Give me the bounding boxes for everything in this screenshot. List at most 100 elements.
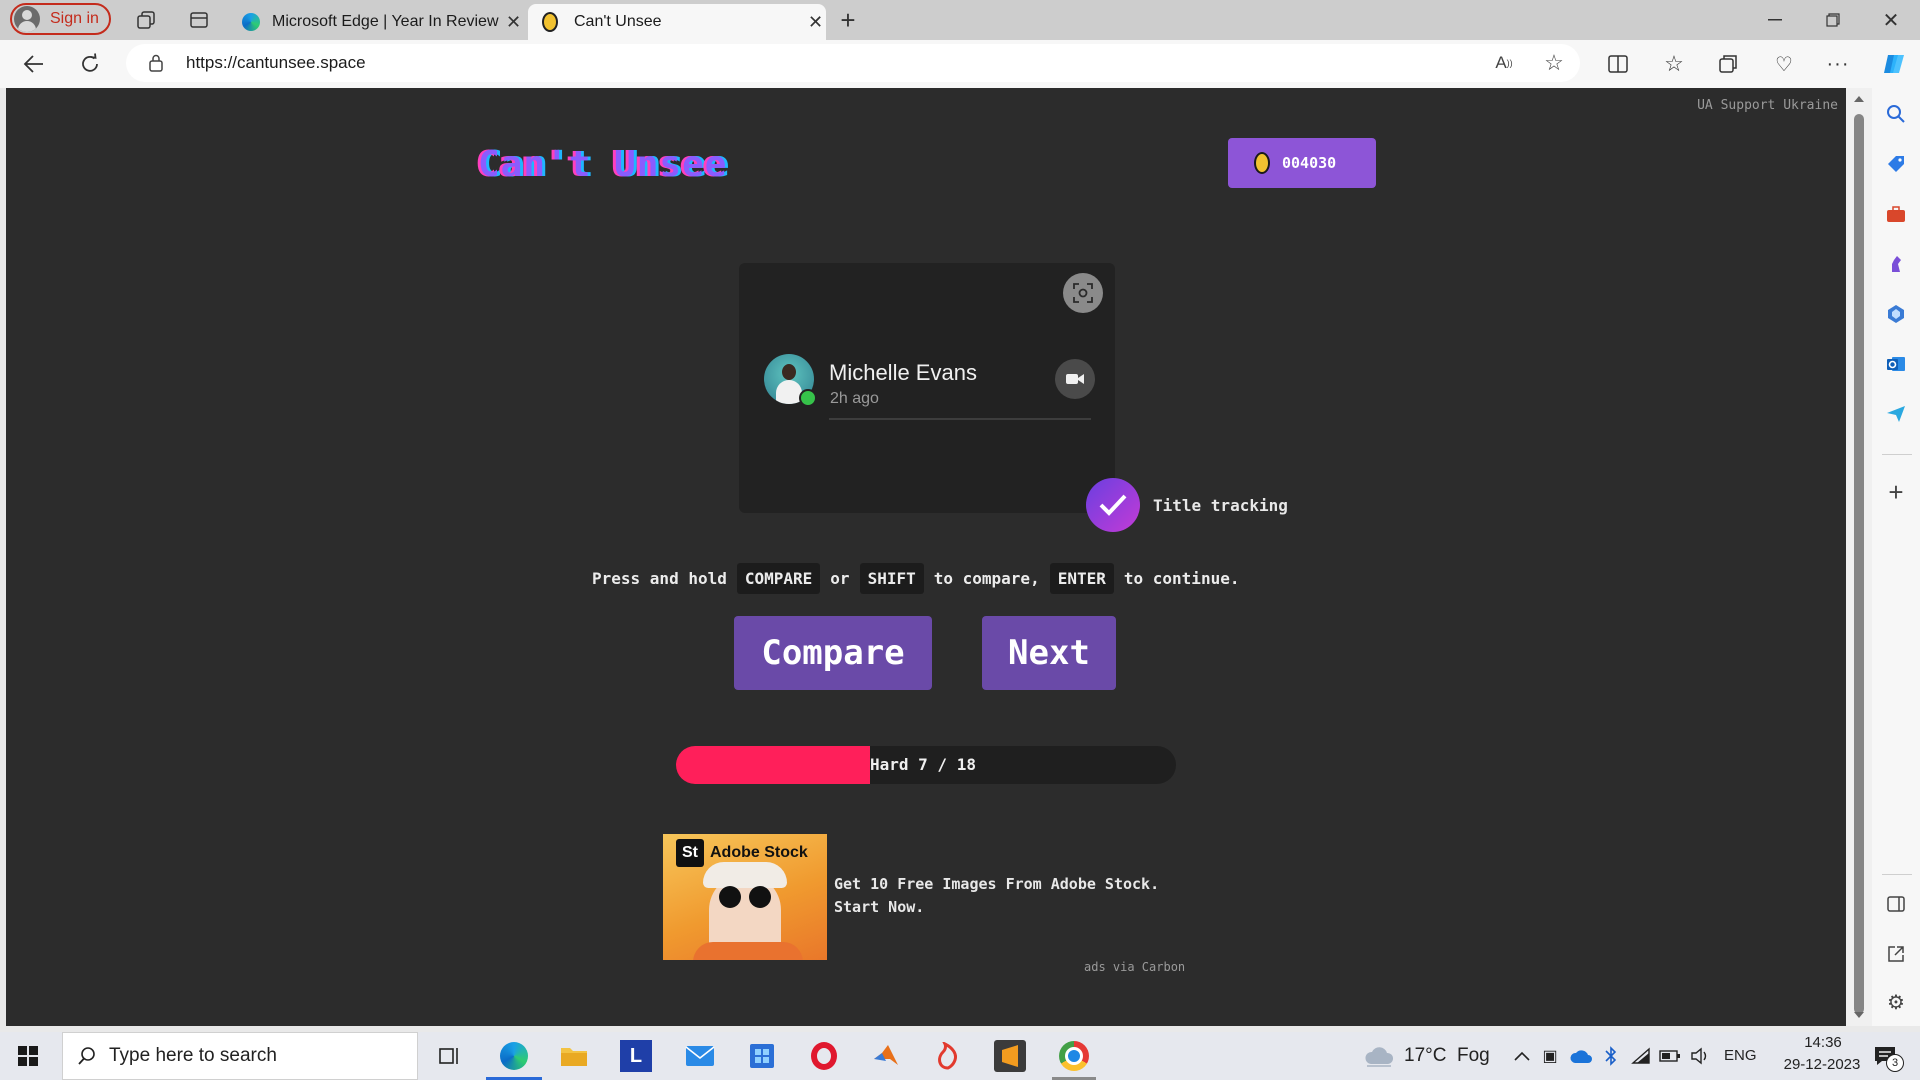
ads-via-carbon[interactable]: ads via Carbon [1084,960,1185,974]
adobe-stock-badge: St Adobe Stock [663,834,827,872]
workspaces-icon[interactable] [134,8,158,32]
shopping-tag-icon[interactable] [1884,152,1908,176]
new-tab-icon[interactable]: + [836,5,860,35]
microsoft-365-icon[interactable] [1884,302,1908,326]
more-options-icon[interactable]: ··· [1826,52,1850,76]
clock-time[interactable]: 14:36 [1790,1034,1856,1051]
profile-button[interactable]: Sign in [10,3,111,35]
lock-icon[interactable] [146,53,166,73]
browser-essentials-icon[interactable]: ♡ [1772,52,1796,76]
matlab-icon[interactable] [870,1040,902,1072]
coin-count: 004030 [1282,154,1337,172]
question-label: Title tracking [1153,496,1288,515]
search-icon [77,1046,97,1066]
page-scrollbar[interactable] [1846,88,1872,1026]
clock-date[interactable]: 29-12-2023 [1766,1056,1878,1073]
swirl-app-icon[interactable] [932,1040,964,1072]
meet-now-icon[interactable]: ▣ [1538,1044,1562,1068]
store-icon[interactable] [746,1040,778,1072]
close-icon[interactable]: ✕ [506,12,521,33]
sublime-text-icon[interactable] [994,1040,1026,1072]
task-view-icon[interactable] [438,1044,462,1068]
contact-name: Michelle Evans [829,360,977,385]
progress-bar: Hard 7 / 18 [676,746,1176,784]
ad-text[interactable]: Get 10 Free Images From Adobe Stock. Sta… [834,873,1174,919]
avatar [14,6,40,32]
tab-actions-icon[interactable] [187,8,211,32]
instruction-text: or [830,569,850,588]
mail-icon[interactable] [684,1042,716,1070]
window-close-icon[interactable]: ✕ [1876,6,1906,34]
refresh-icon[interactable] [76,50,104,78]
search-placeholder: Type here to search [109,1045,277,1066]
favorites-icon[interactable]: ☆ [1662,51,1686,76]
site-logo[interactable]: Can't Unsee [478,144,727,185]
scroll-up-arrow[interactable] [1854,96,1864,102]
chrome-icon[interactable] [1056,1038,1092,1074]
l-app-icon[interactable]: L [620,1040,652,1072]
send-icon[interactable] [1884,402,1908,426]
close-icon[interactable]: ✕ [808,12,823,33]
sidebar-toggle-icon[interactable] [1884,892,1908,916]
divider [829,418,1091,420]
web-page: UA Support Ukraine Can't Unsee 004030 Mi… [6,88,1846,1026]
tab-cant-unsee[interactable]: Can't Unsee ✕ [528,4,826,40]
weather-text[interactable]: 17°C Fog [1404,1045,1490,1067]
file-explorer-icon[interactable] [558,1040,590,1072]
volume-icon[interactable] [1688,1044,1712,1068]
start-windows-icon[interactable] [16,1044,40,1068]
scroll-down-arrow[interactable] [1854,1012,1864,1018]
ad-brand: Adobe Stock [710,844,808,861]
ad-image[interactable]: St Adobe Stock [663,834,827,960]
check-icon [1086,478,1140,532]
weather-cloud-icon[interactable] [1362,1042,1396,1070]
language-indicator[interactable]: ENG [1724,1047,1757,1064]
coin-favicon [542,12,558,32]
chevron-up-icon[interactable] [1510,1044,1534,1068]
tab-title: Can't Unsee [574,13,662,30]
scroll-thumb[interactable] [1854,114,1864,1014]
tab-year-in-review[interactable]: Microsoft Edge | Year In Review ✕ [228,4,524,40]
next-button[interactable]: Next [982,616,1116,690]
onedrive-cloud-icon[interactable] [1568,1044,1594,1068]
restore-icon[interactable] [1818,6,1848,34]
wifi-icon[interactable] [1630,1044,1652,1068]
opera-icon[interactable] [808,1040,840,1072]
read-aloud-icon[interactable]: A)) [1492,51,1516,75]
instructions: Press and hold COMPARE or SHIFT to compa… [592,563,1239,594]
taskbar: Type here to search L 17°C Fog ▣ ENG 14:… [0,1032,1920,1080]
taskbar-edge-icon[interactable] [496,1038,532,1074]
compare-button[interactable]: Compare [734,616,932,690]
settings-gear-icon[interactable]: ⚙ [1884,990,1908,1014]
taskbar-search-box[interactable]: Type here to search [62,1032,418,1080]
screenshot-icon[interactable] [1063,273,1103,313]
stock-logo: St [676,839,704,867]
external-link-icon[interactable] [1884,942,1908,966]
bluetooth-icon[interactable] [1600,1044,1622,1068]
back-icon[interactable] [20,50,48,78]
favorite-star-icon[interactable]: ☆ [1542,50,1566,75]
edge-favicon [242,13,260,31]
notification-icon[interactable]: 3 [1870,1042,1904,1072]
minimize-icon[interactable] [1760,6,1790,34]
add-icon[interactable]: + [1884,477,1908,507]
url-text[interactable]: https://cantunsee.space [186,44,366,82]
message-time: 2h ago [830,390,879,407]
shift-key: SHIFT [859,563,924,594]
tools-icon[interactable] [1884,202,1908,226]
support-ukraine-link[interactable]: UA Support Ukraine [1697,98,1838,113]
split-screen-icon[interactable] [1606,52,1630,76]
outlook-icon[interactable] [1884,352,1908,376]
edge-sidebar: + ⚙ [1872,88,1920,1026]
collections-icon[interactable] [1716,52,1740,76]
games-icon[interactable] [1884,252,1908,276]
address-bar[interactable]: https://cantunsee.space A)) ☆ [126,44,1580,82]
divider [1882,874,1912,875]
divider [1882,454,1912,455]
search-icon[interactable] [1884,102,1908,126]
battery-icon[interactable] [1658,1044,1682,1068]
browser-toolbar: https://cantunsee.space A)) ☆ ☆ ♡ ··· [0,40,1920,88]
video-call-icon[interactable] [1055,359,1095,399]
comparison-card: Michelle Evans 2h ago [739,263,1115,513]
copilot-icon[interactable] [1880,50,1908,78]
